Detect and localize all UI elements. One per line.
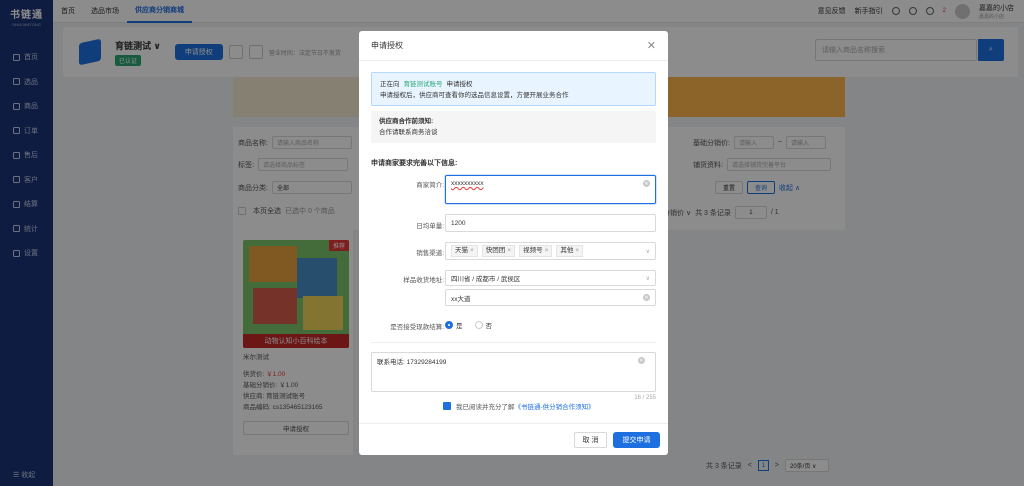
info-desc: 申请授权后，供应商可查看你的选品信息设置，方便开展业务合作	[380, 92, 569, 99]
agreement-link[interactable]: 《书链通-供分销合作须知》	[515, 401, 595, 411]
cod-no-radio[interactable]: 否	[474, 320, 493, 330]
tag-label: 其他	[560, 247, 574, 254]
tag-close-icon[interactable]: ×	[545, 247, 549, 254]
notice-title: 供应商合作前须知:	[379, 118, 434, 125]
info-supplier-name: 育链测试账号	[403, 81, 443, 88]
contact-value: 联系电话: 17329284199	[377, 359, 447, 366]
contact-textarea[interactable]: 联系电话: 17329284199 ✕	[371, 352, 656, 392]
daily-value: 1200	[451, 219, 466, 227]
channel-label: 销售渠道:	[416, 250, 444, 257]
cooperation-notice: 供应商合作前须知: 合作请联系商务洽谈	[371, 111, 656, 143]
chevron-down-icon: ∨	[645, 248, 650, 255]
tag-label: 视频号	[523, 247, 543, 254]
close-icon[interactable]: ✕	[647, 39, 656, 52]
info-suffix: 申请授权	[446, 81, 473, 88]
channel-tag: 视频号 ×	[519, 245, 553, 257]
tag-close-icon[interactable]: ×	[470, 247, 474, 254]
clear-icon[interactable]: ✕	[643, 294, 650, 301]
submit-button[interactable]: 提交申请	[613, 432, 660, 448]
agree-checkbox[interactable]	[443, 402, 451, 410]
intro-label: 商家简介:	[416, 182, 444, 189]
cod-no-label: 否	[485, 323, 493, 330]
tag-label: 快团团	[485, 247, 506, 254]
cancel-button[interactable]: 取 消	[574, 432, 607, 448]
channel-tag: 其他 ×	[556, 245, 584, 257]
cod-radio-group: 是 否	[445, 320, 504, 330]
address-region-select[interactable]: 四川省 / 成都市 / 武侯区 ∨	[445, 270, 656, 286]
section-title: 申请商家要求完善以下信息:	[371, 160, 458, 167]
daily-orders-input[interactable]: 1200	[445, 214, 656, 232]
cod-yes-radio[interactable]: 是	[445, 320, 463, 330]
notice-text: 合作请联系商务洽谈	[379, 129, 438, 136]
agree-row: 我已阅读并充分了解 《书链通-供分销合作须知》	[443, 401, 595, 411]
modal-title: 申请授权	[371, 41, 403, 50]
radio-dot	[445, 321, 453, 329]
intro-value: xxxxxxxxxx	[451, 180, 484, 187]
address-detail: xx大道	[451, 295, 471, 303]
tag-close-icon[interactable]: ×	[507, 247, 511, 254]
radio-dot	[474, 321, 483, 329]
modal-header: 申请授权 ✕	[359, 31, 668, 61]
intro-textarea[interactable]: xxxxxxxxxx ✕	[445, 175, 656, 204]
channel-select[interactable]: 天猫 × 快团团 × 视频号 × 其他 × ∨	[445, 242, 656, 260]
divider	[371, 342, 656, 343]
chevron-down-icon: ∨	[645, 275, 650, 282]
clear-icon[interactable]: ✕	[638, 357, 645, 364]
address-detail-input[interactable]: xx大道 ✕	[445, 289, 656, 306]
channel-tag: 天猫 ×	[451, 245, 478, 257]
char-count: 16 / 255	[634, 395, 656, 401]
address-label: 样品收货地址:	[403, 277, 444, 284]
info-line: 正在向 育链测试账号 申请授权	[380, 79, 647, 90]
cod-label: 是否接受现款结算:	[390, 324, 444, 331]
daily-label: 日均单量:	[416, 223, 444, 230]
channel-tag: 快团团 ×	[481, 245, 516, 257]
tag-label: 天猫	[455, 247, 468, 254]
clear-icon[interactable]: ✕	[643, 180, 650, 187]
cod-yes-label: 是	[456, 323, 463, 330]
tag-close-icon[interactable]: ×	[575, 247, 579, 254]
agree-text: 我已阅读并充分了解	[456, 404, 515, 411]
info-prefix: 正在向	[380, 81, 400, 88]
address-region: 四川省 / 成都市 / 武侯区	[451, 276, 521, 283]
info-alert: 正在向 育链测试账号 申请授权 申请授权后，供应商可查看你的选品信息设置，方便开展业…	[371, 72, 656, 106]
apply-auth-modal: 申请授权 ✕ 正在向 育链测试账号 申请授权 申请授权后，供应商可查看你的选品信息设…	[359, 31, 668, 455]
modal-footer: 取 消 提交申请	[359, 423, 668, 455]
